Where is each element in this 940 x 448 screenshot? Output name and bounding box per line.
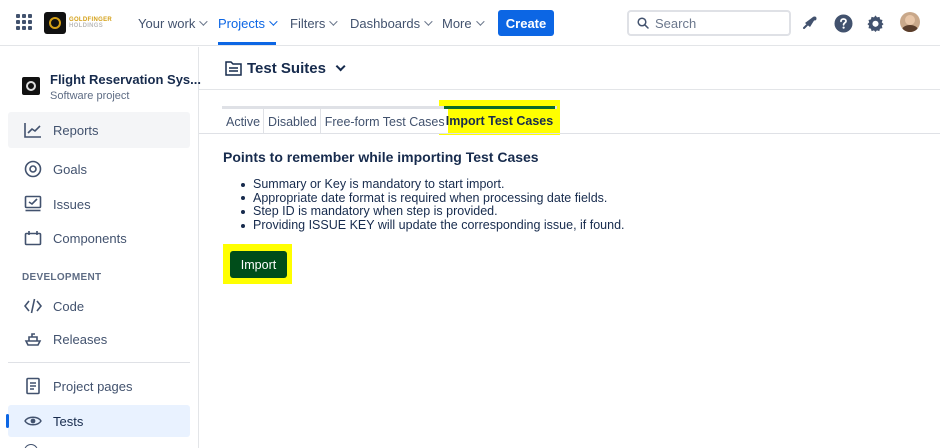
project-logo bbox=[22, 77, 40, 95]
list-item: Appropriate date format is required when… bbox=[241, 190, 625, 206]
nav-projects[interactable]: Projects bbox=[218, 14, 278, 32]
sidebar-item-label: Reports bbox=[53, 122, 99, 138]
tests-icon bbox=[24, 412, 42, 430]
settings-icon[interactable] bbox=[865, 13, 885, 33]
more-items-icon bbox=[24, 444, 38, 448]
project-header[interactable]: Flight Reservation Sys... Software proje… bbox=[22, 71, 201, 105]
nav-filters[interactable]: Filters bbox=[290, 14, 339, 32]
sidebar-item-project-pages[interactable]: Project pages bbox=[8, 370, 190, 402]
search-icon bbox=[637, 17, 649, 29]
list-item-text: Appropriate date format is required when… bbox=[253, 190, 608, 205]
import-button[interactable]: Import bbox=[230, 251, 287, 278]
logo-mark bbox=[44, 12, 66, 34]
company-logo[interactable]: GOLDFINGER HOLDINGS bbox=[44, 11, 120, 35]
list-item: Step ID is mandatory when step is provid… bbox=[241, 205, 625, 219]
nav-your-work-label: Your work bbox=[138, 15, 196, 31]
project-pages-icon bbox=[24, 377, 42, 395]
bullet bbox=[241, 223, 245, 228]
list-item-text: Step ID is mandatory when step is provid… bbox=[253, 204, 498, 219]
sidebar-item-label: Issues bbox=[53, 196, 91, 212]
chevron-down-icon bbox=[199, 17, 208, 26]
tabs-underline bbox=[199, 133, 940, 134]
tab-active[interactable]: Active bbox=[222, 109, 265, 134]
list-item: Providing ISSUE KEY will update the corr… bbox=[241, 217, 625, 233]
nav-dashboards-label: Dashboards bbox=[350, 15, 421, 31]
list-item: Summary or Key is mandatory to start imp… bbox=[241, 177, 625, 192]
sidebar-item-label: Tests bbox=[53, 413, 84, 429]
sidebar-active-indicator bbox=[6, 414, 9, 428]
project-type: Software project bbox=[50, 90, 130, 102]
chevron-down-icon bbox=[335, 60, 346, 71]
sidebar-item-tests[interactable]: Tests bbox=[8, 405, 190, 437]
sidebar-item-label: Project pages bbox=[53, 378, 133, 394]
header-divider bbox=[199, 89, 940, 90]
avatar[interactable] bbox=[900, 12, 920, 32]
project-name: Flight Reservation Sys... bbox=[50, 72, 201, 87]
bullet bbox=[241, 209, 245, 214]
tab-import-test-cases[interactable]: Import Test Cases bbox=[444, 106, 555, 132]
components-icon bbox=[24, 229, 42, 247]
create-button[interactable]: Create bbox=[498, 10, 554, 36]
sidebar-item-label: Components bbox=[53, 230, 127, 246]
search-input[interactable] bbox=[655, 15, 785, 31]
nav-more[interactable]: More bbox=[442, 14, 485, 32]
test-suites-icon bbox=[225, 61, 242, 76]
page-title: Test Suites bbox=[247, 59, 326, 77]
chevron-down-icon bbox=[269, 17, 278, 26]
section-heading: Points to remember while importing Test … bbox=[223, 149, 539, 165]
code-icon bbox=[24, 297, 42, 315]
sidebar-item-code[interactable]: Code bbox=[8, 290, 190, 322]
logo-line-2: HOLDINGS bbox=[69, 23, 104, 29]
chevron-down-icon bbox=[424, 17, 433, 26]
nav-your-work[interactable]: Your work bbox=[138, 14, 208, 32]
nav-active-underline bbox=[218, 42, 276, 45]
nav-dashboards[interactable]: Dashboards bbox=[350, 14, 433, 32]
sidebar-item-label: Releases bbox=[53, 331, 108, 347]
nav-filters-label: Filters bbox=[290, 15, 326, 31]
sidebar-item-label: Code bbox=[53, 298, 85, 314]
sidebar-divider bbox=[8, 362, 190, 363]
logo-text: GOLDFINGER HOLDINGS bbox=[69, 17, 112, 29]
apps-grid-icon[interactable] bbox=[16, 14, 32, 30]
tab-disabled[interactable]: Disabled bbox=[264, 109, 321, 134]
tab-free-form-test-cases[interactable]: Free-form Test Cases bbox=[320, 109, 448, 134]
sidebar-item-issues[interactable]: Issues bbox=[8, 188, 190, 220]
reports-icon bbox=[24, 121, 42, 139]
help-icon[interactable] bbox=[833, 13, 853, 33]
sidebar: Flight Reservation Sys... Software proje… bbox=[0, 47, 201, 448]
nav-projects-label: Projects bbox=[218, 15, 265, 31]
sidebar-item-goals[interactable]: Goals bbox=[8, 153, 190, 185]
sidebar-item-label: Goals bbox=[53, 161, 87, 177]
search-box[interactable] bbox=[627, 10, 791, 36]
releases-icon bbox=[24, 330, 42, 348]
sidebar-item-releases[interactable]: Releases bbox=[8, 323, 190, 355]
top-navigation: GOLDFINGER HOLDINGS Your work Projects F… bbox=[0, 0, 940, 46]
sidebar-item-components[interactable]: Components bbox=[8, 222, 190, 254]
issues-icon bbox=[24, 195, 42, 213]
list-item-text: Providing ISSUE KEY will update the corr… bbox=[253, 217, 625, 232]
page-title-row[interactable]: Test Suites bbox=[225, 58, 346, 78]
sidebar-section-development: DEVELOPMENT bbox=[22, 272, 102, 283]
sidebar-item-reports[interactable]: Reports bbox=[8, 112, 190, 148]
points-list: Summary or Key is mandatory to start imp… bbox=[241, 177, 625, 233]
bullet bbox=[241, 182, 245, 187]
goals-icon bbox=[24, 160, 42, 178]
notifications-icon[interactable] bbox=[800, 13, 820, 33]
bullet bbox=[241, 196, 245, 201]
chevron-down-icon bbox=[329, 17, 339, 26]
chevron-down-icon bbox=[475, 17, 485, 26]
nav-more-label: More bbox=[442, 15, 472, 31]
list-item-text: Summary or Key is mandatory to start imp… bbox=[253, 177, 505, 191]
